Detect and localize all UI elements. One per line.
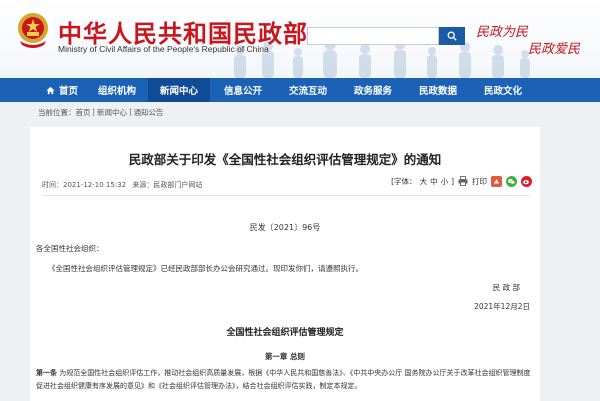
issue-date: 2021年12月2日 (474, 302, 530, 311)
font-size-close: ] (451, 176, 454, 186)
issuer-signature: 民 政 部 (492, 283, 520, 292)
article-title: 民政部关于印发《全国性社会组织评估管理规定》的通知 (128, 152, 442, 167)
nav-item-organization[interactable]: 组织机构 (86, 78, 148, 102)
meta-divider (42, 195, 530, 196)
breadcrumb-separator: | (92, 107, 96, 116)
search-icon (447, 31, 457, 41)
breadcrumb-notices[interactable]: 通知公告 (134, 107, 164, 118)
nav-item-label: 民政数据 (418, 86, 457, 97)
main-navigation: 首页 组织机构 新闻中心 信息公开 交流互动 政务服务 民政数据 民政文化 (0, 78, 600, 102)
nav-item-government-services[interactable]: 政务服务 (340, 78, 406, 102)
nav-item-civil-data[interactable]: 民政数据 (406, 78, 470, 102)
article-tools: [字体： 大 中 小 ] 打印 (391, 175, 532, 187)
article-card: 民政部关于印发《全国性社会组织评估管理规定》的通知 时间：2021-12-10 … (30, 127, 540, 401)
chapter-heading: 第一章 总则 (264, 352, 306, 361)
breadcrumb-separator: | (129, 107, 132, 116)
nav-item-interaction[interactable]: 交流互动 (276, 78, 340, 102)
nav-item-home[interactable]: 首页 (38, 78, 86, 102)
breadcrumb-home[interactable]: 首页 (76, 107, 91, 118)
nav-item-label: 信息公开 (223, 86, 262, 97)
print-link[interactable]: 打印 (472, 176, 487, 187)
article-1-paragraph: 第一条 为规范全国性社会组织评估工作，推动社会组织高质量发展，根据《中华人民共和… (36, 367, 532, 393)
site-header: 中华人民共和国民政部 Ministry of Civil Affairs of … (0, 0, 600, 78)
nav-item-news-center[interactable]: 新闻中心 (148, 78, 210, 102)
notice-body: 《全国性社会组织评估管理规定》已经民政部部长办公会研究通过。现印发你们，请遵照执… (48, 264, 363, 273)
article-1-label: 第一条 (36, 369, 57, 377)
nav-item-label: 新闻中心 (159, 86, 198, 97)
nav-item-label: 民政文化 (483, 86, 522, 97)
font-size-medium[interactable]: 中 (430, 176, 438, 187)
nav-item-label: 首页 (58, 86, 78, 97)
nav-item-info-disclosure[interactable]: 信息公开 (210, 78, 276, 102)
font-size-label: [字体： (391, 176, 417, 186)
nav-item-label: 交流互动 (288, 86, 327, 97)
article-meta: 时间：2021-12-10 15:32 来源：民政部门户网站 (42, 180, 206, 190)
breadcrumb-news-center[interactable]: 新闻中心 (97, 107, 127, 118)
national-emblem-icon (18, 13, 48, 48)
breadcrumb: 当前位置： 首页 | 新闻中心 | 通知公告 (38, 107, 164, 118)
slogan-line-2: 民政爱民 (528, 42, 581, 57)
search-button[interactable] (439, 27, 465, 45)
search-input[interactable] (307, 27, 439, 45)
publish-time: 时间：2021-12-10 15:32 (42, 181, 127, 189)
nav-item-label: 组织机构 (97, 86, 136, 97)
document-number: 民发〔2021〕96号 (249, 223, 321, 232)
home-icon (46, 86, 55, 94)
font-size-small[interactable]: 小 (441, 176, 449, 187)
article-source: 民政部门户网站 (153, 181, 203, 189)
recipient-line: 各全国性社会组织： (36, 244, 104, 253)
nav-item-label: 政务服务 (353, 86, 392, 97)
nav-item-civil-culture[interactable]: 民政文化 (470, 78, 536, 102)
slogan-line-1: 民政为民 (476, 25, 529, 40)
weibo-icon[interactable] (520, 175, 532, 187)
print-icon[interactable] (457, 175, 469, 187)
article-1-text: 为规范全国性社会组织评估工作，推动社会组织高质量发展，根据《中华人民共和国慈善法… (36, 369, 531, 390)
site-title-english: Ministry of Civil Affairs of the People'… (58, 44, 269, 54)
share-icon[interactable] (490, 175, 502, 187)
source-label: 来源： (132, 181, 154, 189)
breadcrumb-prefix: 当前位置： (38, 108, 76, 117)
regulation-title: 全国性社会组织评估管理规定 (226, 328, 344, 338)
wechat-icon[interactable] (505, 175, 517, 187)
font-size-large[interactable]: 大 (420, 176, 428, 187)
